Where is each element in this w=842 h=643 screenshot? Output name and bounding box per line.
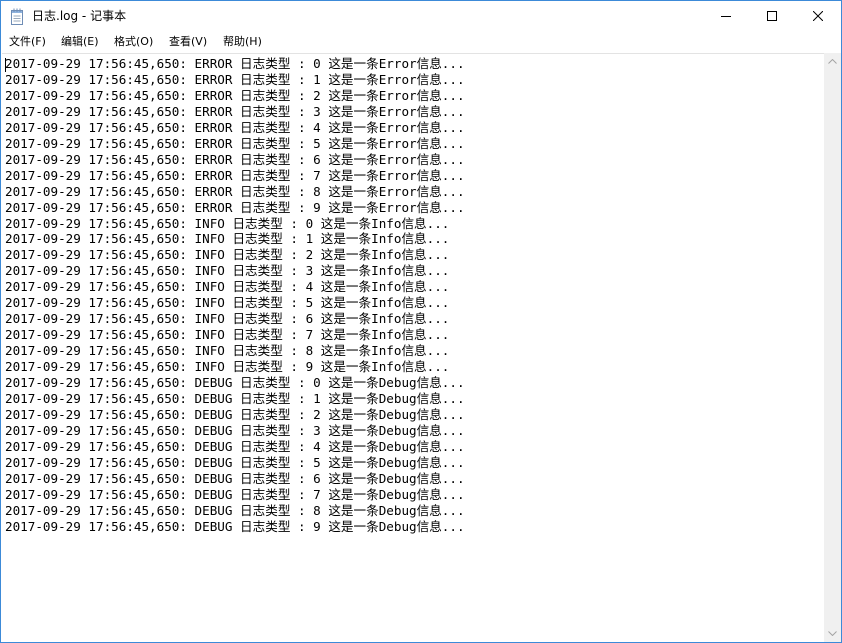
scroll-up-arrow-icon [828, 59, 837, 64]
minimize-icon [721, 16, 731, 17]
menu-format[interactable]: 格式(O) [114, 32, 153, 51]
close-button[interactable] [795, 1, 841, 32]
menu-help[interactable]: 帮助(H) [223, 32, 262, 51]
maximize-icon [767, 11, 777, 21]
scroll-up-button[interactable] [824, 53, 841, 70]
notepad-icon[interactable] [10, 8, 24, 25]
close-icon [813, 11, 823, 21]
window-title: 日志.log - 记事本 [32, 9, 127, 23]
text-caret [5, 58, 6, 72]
menu-file[interactable]: 文件(F) [9, 32, 46, 51]
title-bar[interactable]: 日志.log - 记事本 [1, 1, 841, 32]
scroll-down-arrow-icon [828, 631, 837, 636]
menu-edit[interactable]: 编辑(E) [61, 32, 99, 51]
menu-bar: 文件(F) 编辑(E) 格式(O) 查看(V) 帮助(H) [1, 32, 841, 51]
menu-view[interactable]: 查看(V) [169, 32, 207, 51]
vertical-scrollbar[interactable] [824, 53, 841, 642]
scroll-down-button[interactable] [824, 625, 841, 642]
notepad-window: 日志.log - 记事本 文件(F) 编辑(E) 格式(O) 查看(V) 帮助(… [0, 0, 842, 643]
maximize-button[interactable] [749, 1, 795, 32]
editor-content: 2017-09-29 17:56:45,650: ERROR 日志类型 : 0 … [5, 56, 465, 534]
text-editor[interactable]: 2017-09-29 17:56:45,650: ERROR 日志类型 : 0 … [2, 53, 824, 642]
minimize-button[interactable] [703, 1, 749, 32]
